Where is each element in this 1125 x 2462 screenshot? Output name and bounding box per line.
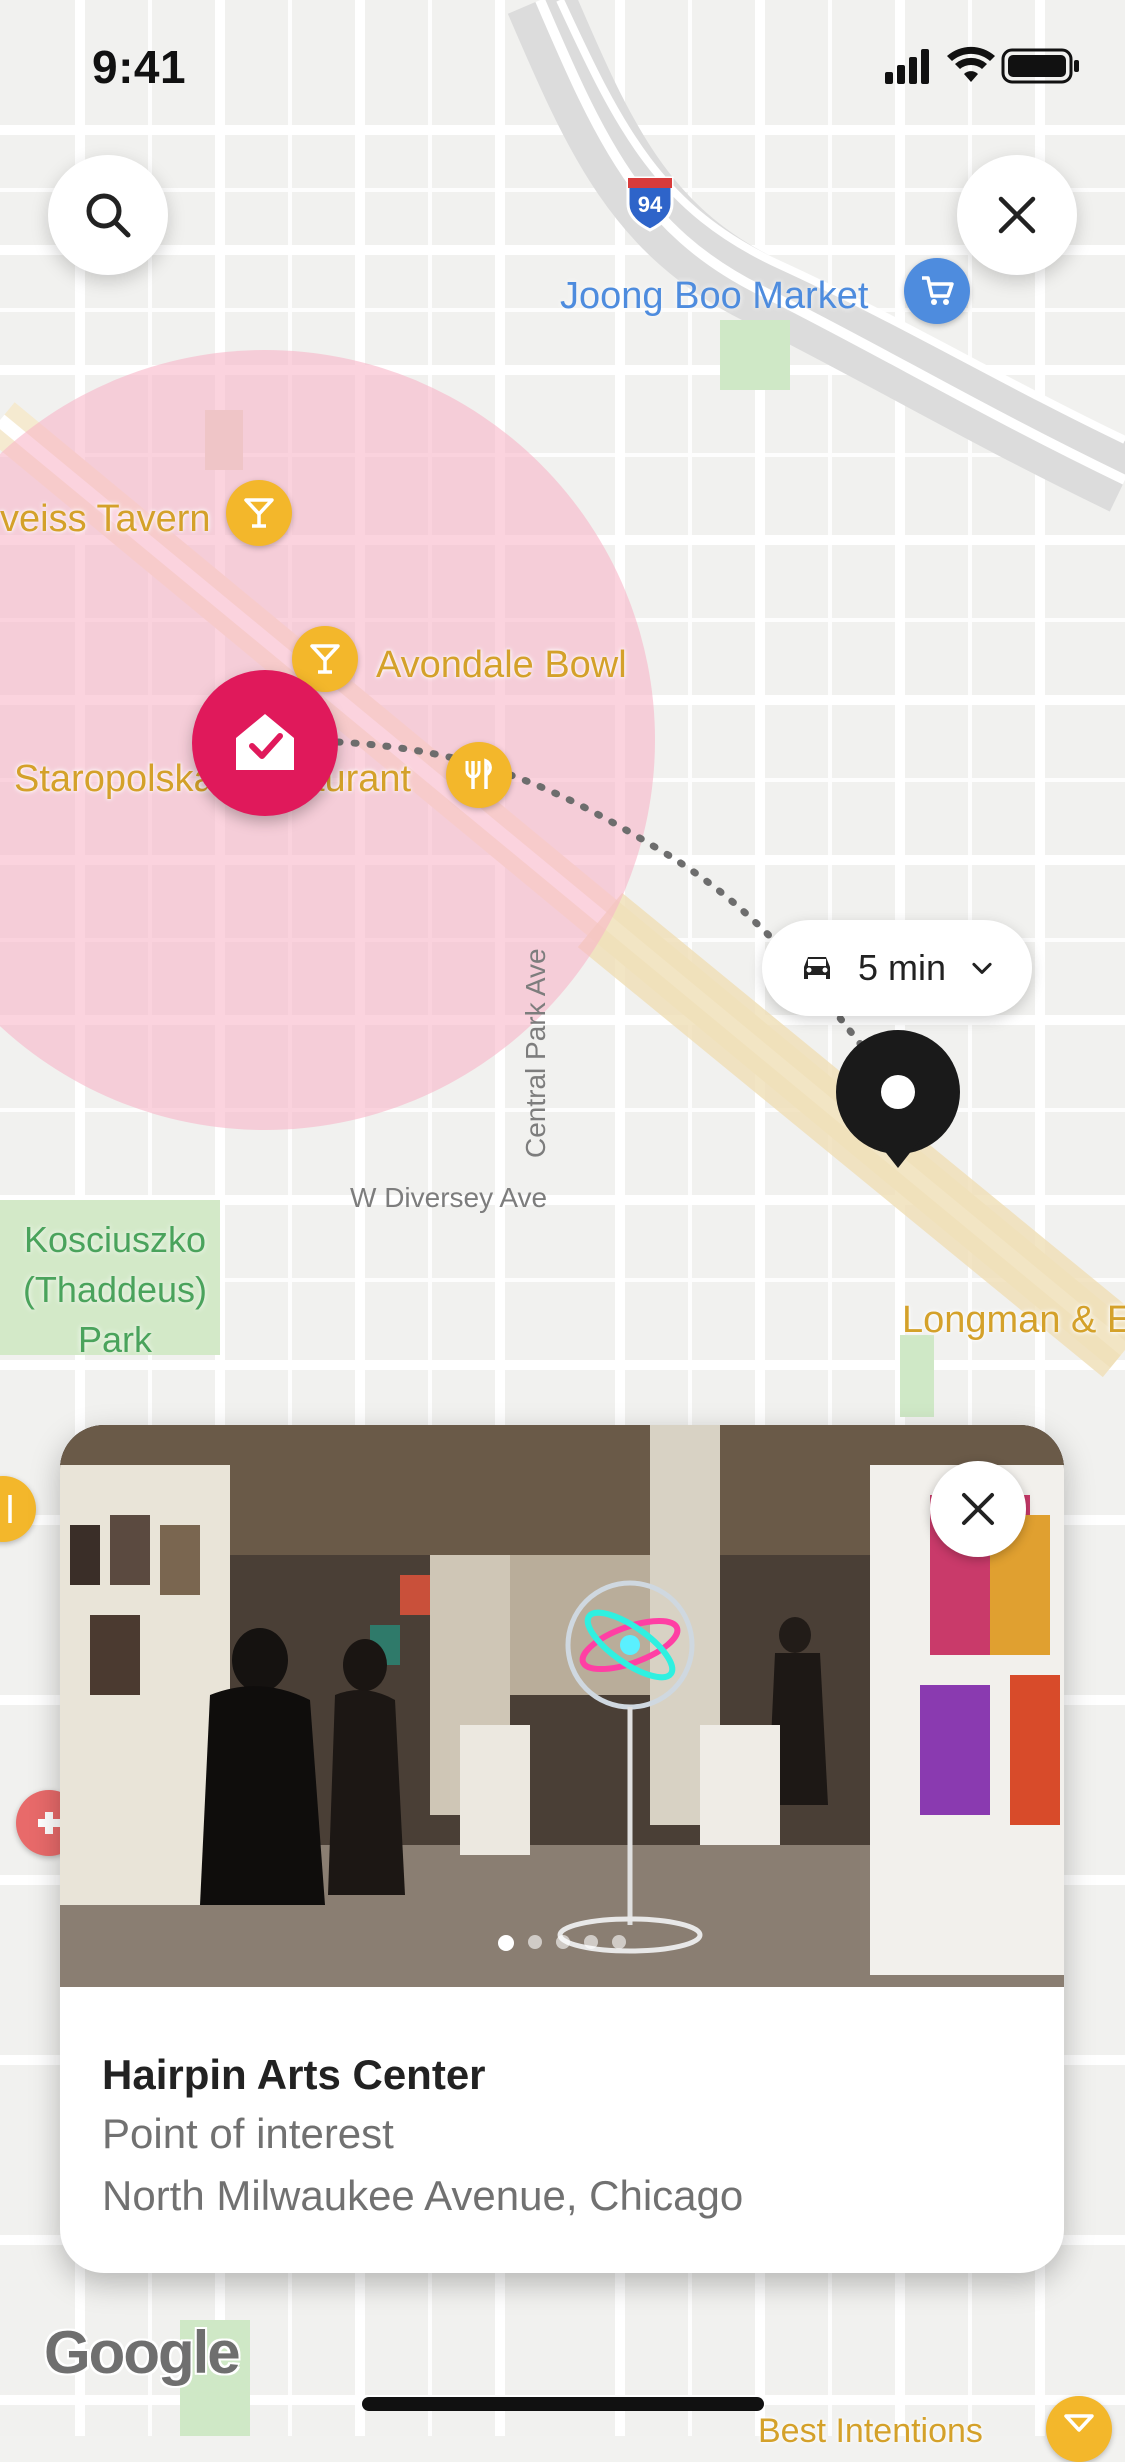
highway-shield-label: 94: [637, 192, 663, 217]
map-label-best-intentions: Best Intentions: [758, 2412, 983, 2450]
cocktail-bar-icon[interactable]: [1046, 2396, 1112, 2462]
gallery-photo: [60, 1425, 1064, 1987]
cocktail-bar-icon[interactable]: [226, 480, 292, 546]
pagination-dot[interactable]: [584, 1935, 598, 1949]
pagination-dot[interactable]: [556, 1935, 570, 1949]
street-label-central-park: Central Park Ave: [520, 948, 551, 1158]
google-logo: Google: [44, 2319, 241, 2386]
search-button[interactable]: [48, 155, 168, 275]
pagination-dot[interactable]: [528, 1935, 542, 1949]
drive-time-label: 5 min: [857, 947, 947, 988]
destination-pin[interactable]: [836, 1030, 960, 1170]
photo-pagination[interactable]: [60, 1935, 1064, 1951]
place-name: Hairpin Arts Center: [102, 2051, 486, 2098]
shopping-cart-icon[interactable]: [904, 258, 970, 324]
close-card-button[interactable]: [930, 1461, 1026, 1557]
wifi-icon: [947, 46, 995, 82]
cellular-signal-icon: [885, 49, 929, 84]
status-icons: [885, 46, 1085, 86]
place-type: Point of interest: [102, 2110, 394, 2157]
close-icon: [998, 196, 1036, 234]
pagination-dot[interactable]: [612, 1935, 626, 1949]
car-icon: [803, 957, 830, 979]
street-label-diversey: W Diversey Ave: [350, 1182, 548, 1213]
place-address: North Milwaukee Avenue, Chicago: [102, 2172, 744, 2219]
map-label-tavern: veiss Tavern: [0, 498, 211, 540]
close-map-button[interactable]: [957, 155, 1077, 275]
place-details: Hairpin Arts Center Point of interest No…: [102, 2047, 1022, 2227]
home-location-pin[interactable]: [192, 670, 338, 816]
chevron-down-icon: [972, 962, 992, 974]
battery-icon: [1001, 48, 1079, 84]
close-icon: [962, 1493, 994, 1525]
map-label-avondale-bowl: Avondale Bowl: [376, 644, 627, 686]
search-icon: [86, 193, 131, 238]
map-label-longman: Longman & E: [902, 1299, 1125, 1341]
home-indicator[interactable]: [362, 2397, 764, 2411]
restaurant-icon[interactable]: [446, 742, 512, 808]
pagination-dot[interactable]: [498, 1935, 514, 1951]
home-check-icon: [236, 714, 294, 770]
map-label-kosciuszko-park: Kosciuszko (Thaddeus) Park: [22, 1219, 208, 1360]
place-photo-carousel[interactable]: [60, 1425, 1064, 1987]
drive-time-chip[interactable]: 5 min: [762, 920, 1032, 1016]
place-card[interactable]: Hairpin Arts Center Point of interest No…: [60, 1425, 1064, 2273]
map-label-joong-boo-market: Joong Boo Market: [560, 275, 869, 317]
status-time: 9:41: [92, 41, 187, 93]
